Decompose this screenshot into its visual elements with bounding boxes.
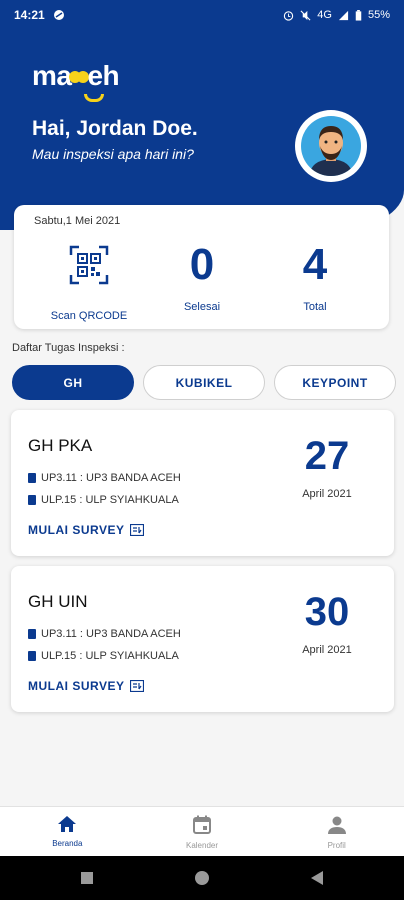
nav-profil-label: Profil <box>327 841 346 850</box>
survey-form-icon <box>130 524 145 536</box>
greeting-subtitle: Mau inspeksi apa hari ini? <box>32 146 194 162</box>
summary-date: Sabtu,1 Mei 2021 <box>34 215 121 227</box>
system-navigation-bar <box>0 856 404 900</box>
task-up: UP3.11 : UP3 BANDA ACEH <box>41 472 181 484</box>
status-time: 14:21 <box>14 8 45 22</box>
total-count: 4 <box>302 240 328 289</box>
total-label: Total <box>303 301 327 313</box>
task-up: UP3.11 : UP3 BANDA ACEH <box>41 628 181 640</box>
avatar[interactable] <box>295 110 367 182</box>
start-survey-label: MULAI SURVEY <box>28 679 125 693</box>
status-bar: 14:21 4G 55% <box>0 0 404 30</box>
app-notification-icon <box>53 10 64 20</box>
category-tabs: GH KUBIKEL KEYPOINT <box>12 365 396 401</box>
task-up-line: UP3.11 : UP3 BANDA ACEH <box>28 628 181 640</box>
bottom-navigation: Beranda Kalender Profil <box>0 806 404 856</box>
nav-beranda[interactable]: Beranda <box>0 807 135 856</box>
app-logo: ma eh <box>32 60 120 102</box>
home-icon <box>58 816 77 832</box>
task-up-line: UP3.11 : UP3 BANDA ACEH <box>28 472 181 484</box>
bookmark-icon <box>28 473 36 483</box>
task-name: GH UIN <box>28 592 88 611</box>
start-survey-label: MULAI SURVEY <box>28 523 125 537</box>
task-ulp: ULP.15 : ULP SYIAHKUALA <box>41 650 179 662</box>
task-ulp: ULP.15 : ULP SYIAHKUALA <box>41 494 179 506</box>
alarm-icon <box>284 10 294 21</box>
calendar-icon <box>193 815 211 834</box>
task-list-title: Daftar Tugas Inspeksi : <box>12 342 125 354</box>
survey-form-icon <box>130 680 145 692</box>
bookmark-icon <box>28 629 36 639</box>
scan-qrcode-button[interactable]: Scan QRCODE <box>29 235 149 322</box>
signal-icon <box>338 10 349 20</box>
battery-level: 55% <box>367 9 390 21</box>
nav-kalender-label: Kalender <box>185 841 219 850</box>
greeting-title: Hai, Jordan Doe. <box>32 117 198 140</box>
task-month: April 2021 <box>302 488 352 500</box>
nav-kalender[interactable]: Kalender <box>135 807 270 856</box>
task-day: 27 <box>304 434 350 478</box>
bookmark-icon <box>28 495 36 505</box>
nav-profil[interactable]: Profil <box>269 807 404 856</box>
back-icon[interactable] <box>310 870 324 886</box>
home-circle-icon[interactable] <box>194 870 210 886</box>
mute-icon <box>300 10 311 20</box>
recents-icon[interactable] <box>80 871 94 885</box>
tab-kubikel[interactable]: KUBIKEL <box>143 365 265 400</box>
start-survey-button[interactable]: MULAI SURVEY <box>28 679 145 693</box>
avatar-illustration <box>301 116 361 176</box>
start-survey-button[interactable]: MULAI SURVEY <box>28 523 145 537</box>
nav-beranda-label: Beranda <box>52 839 83 848</box>
done-stat: 0 Selesai <box>142 235 262 313</box>
task-month: April 2021 <box>302 644 352 656</box>
task-ulp-line: ULP.15 : ULP SYIAHKUALA <box>28 650 179 662</box>
done-label: Selesai <box>183 301 221 313</box>
task-ulp-line: ULP.15 : ULP SYIAHKUALA <box>28 494 179 506</box>
tab-keypoint[interactable]: KEYPOINT <box>274 365 396 400</box>
task-card[interactable]: GH UIN UP3.11 : UP3 BANDA ACEH ULP.15 : … <box>11 566 394 712</box>
battery-icon <box>355 9 362 21</box>
done-count: 0 <box>189 240 215 289</box>
person-icon <box>327 816 346 834</box>
bookmark-icon <box>28 651 36 661</box>
tab-gh[interactable]: GH <box>12 365 134 400</box>
qrcode-icon <box>69 245 109 285</box>
task-card[interactable]: GH PKA UP3.11 : UP3 BANDA ACEH ULP.15 : … <box>11 410 394 556</box>
task-day: 30 <box>304 590 350 634</box>
summary-card: Sabtu,1 Mei 2021 Scan QRCODE 0 Selesai 4… <box>14 205 389 329</box>
total-stat: 4 Total <box>255 235 375 313</box>
network-type: 4G <box>317 9 332 21</box>
scan-qrcode-label: Scan QRCODE <box>50 310 128 322</box>
task-name: GH PKA <box>28 436 93 455</box>
